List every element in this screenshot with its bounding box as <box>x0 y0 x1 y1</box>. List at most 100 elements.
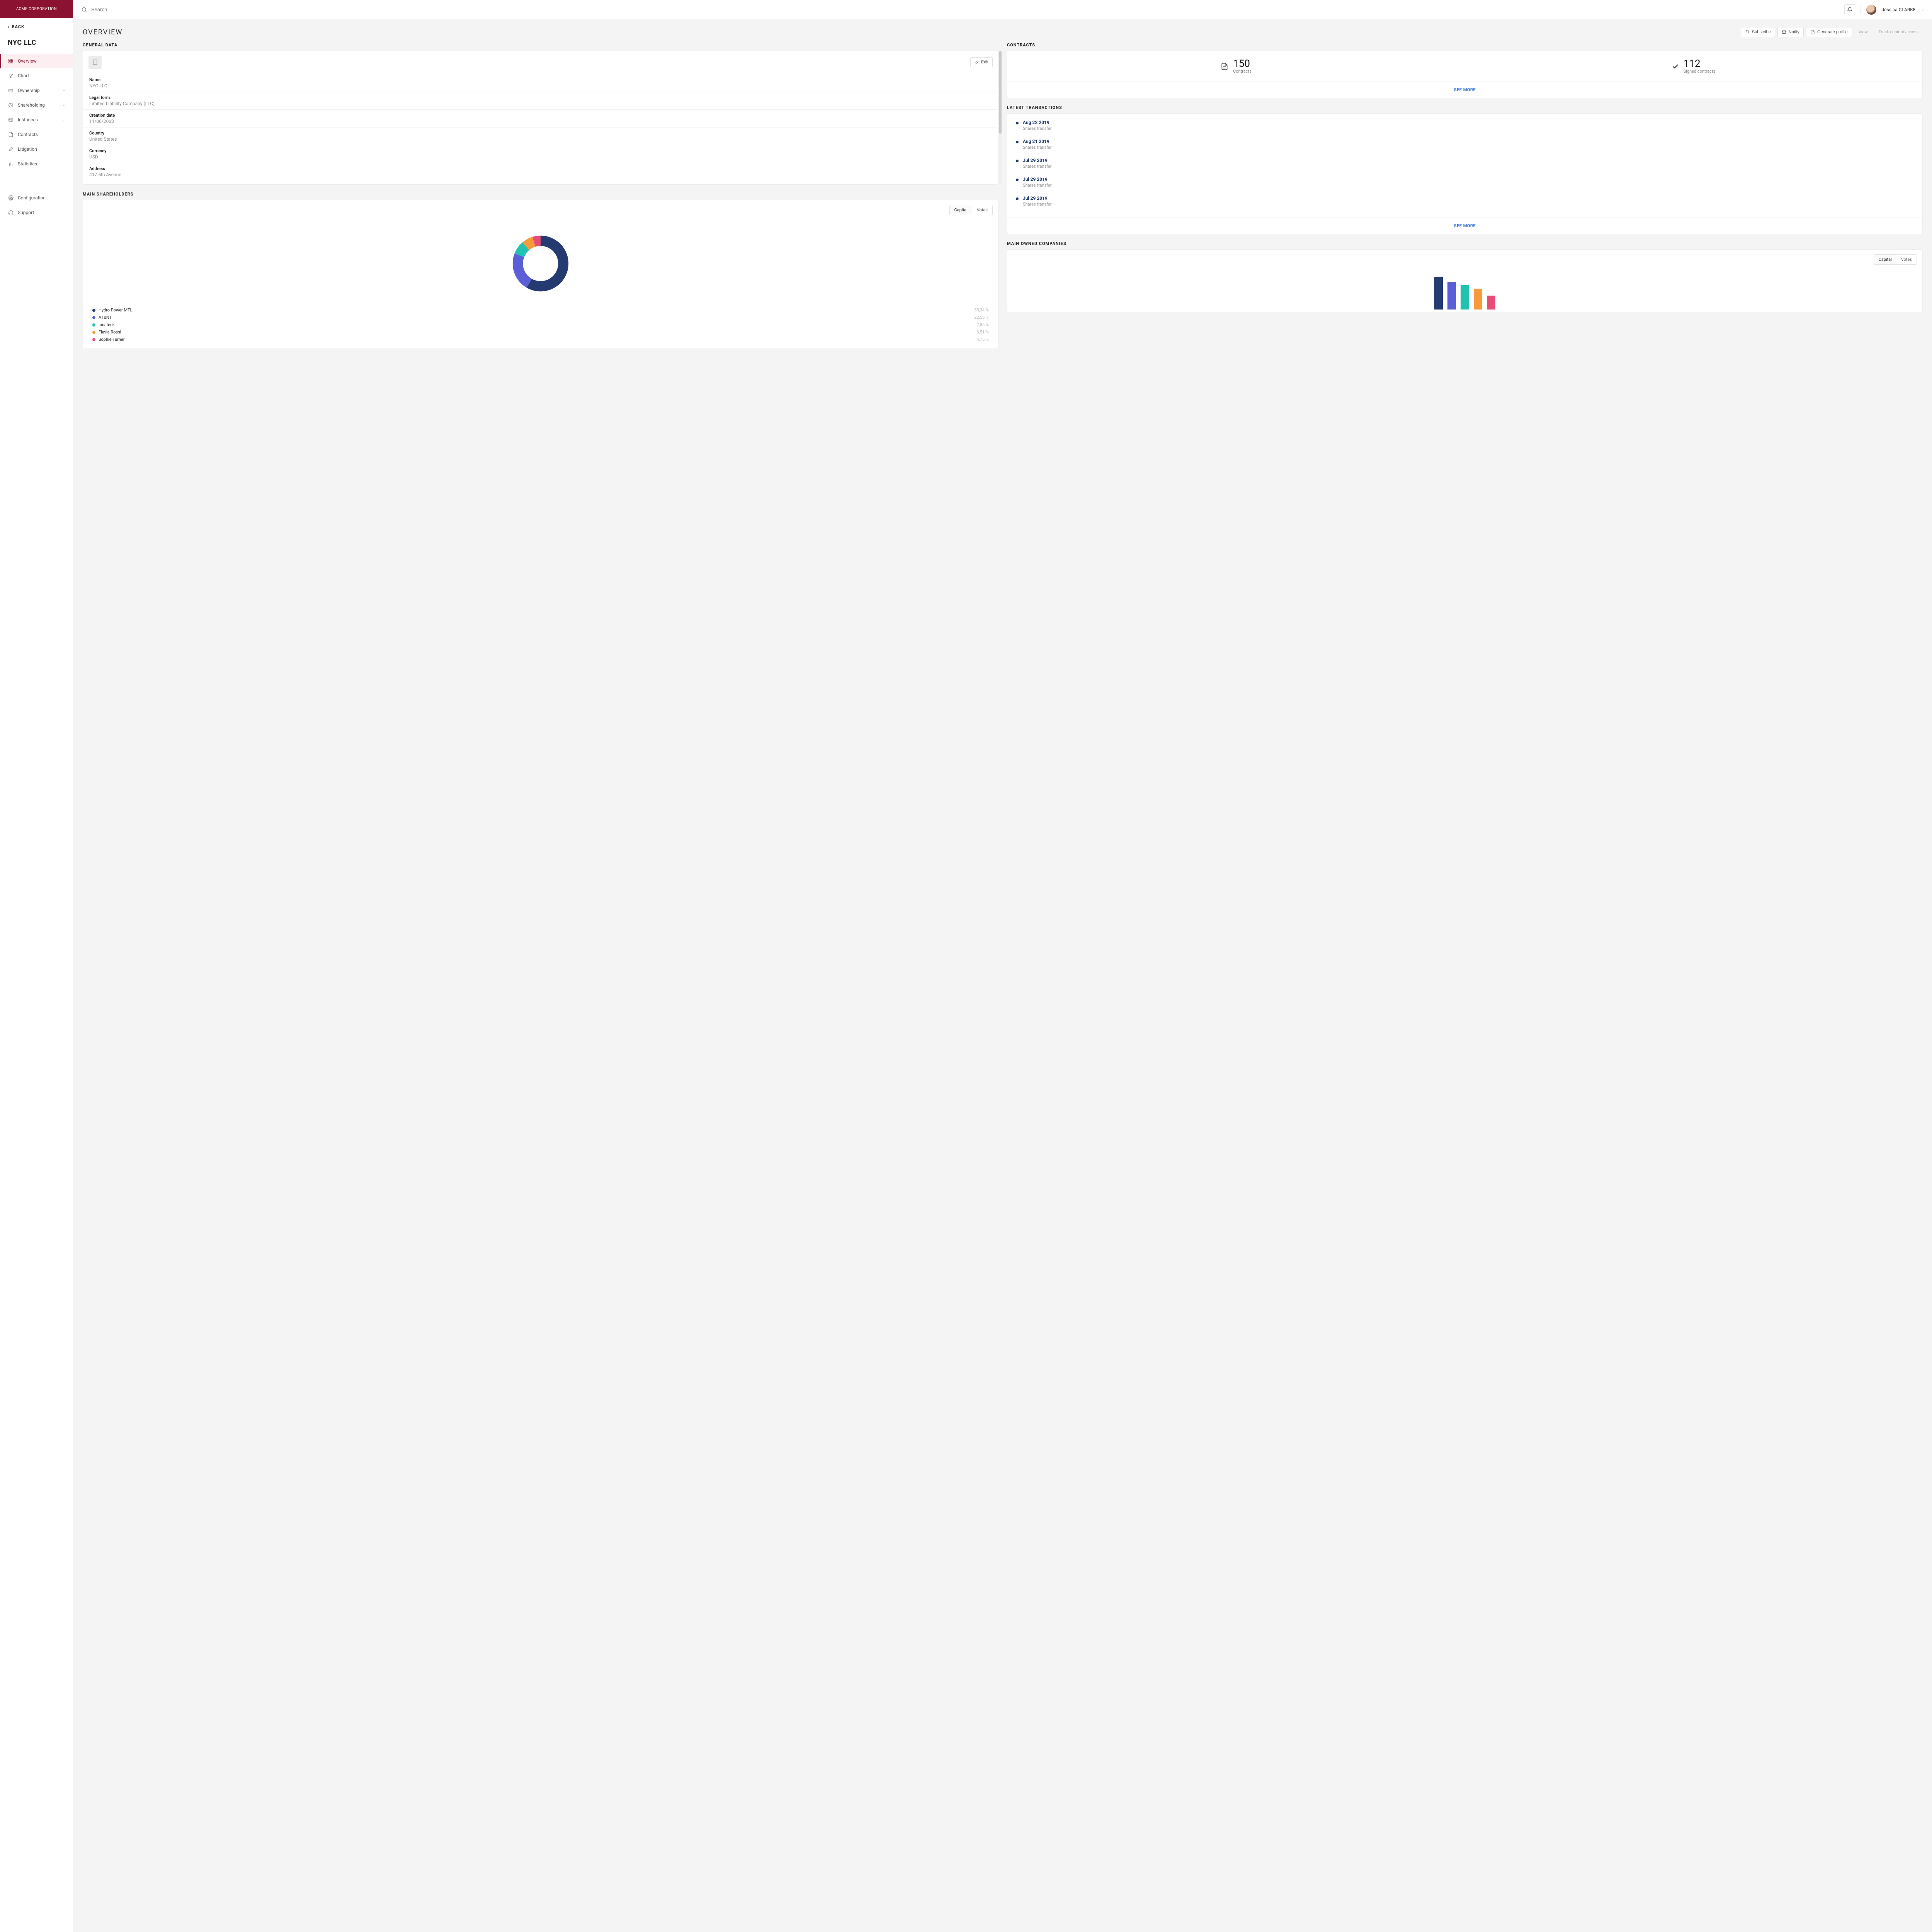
sidebar-item-chart[interactable]: Chart <box>0 68 73 83</box>
sidebar-item-litigation[interactable]: Litigation <box>0 142 73 156</box>
legend-value: 22,55 % <box>974 315 989 320</box>
transaction-date: Jul 29 2019 <box>1023 158 1915 163</box>
subscribe-label: Subscribe <box>1752 30 1771 34</box>
legend-dot-icon <box>92 309 95 312</box>
owned-card: Capital Votes <box>1007 249 1923 312</box>
search-icon <box>81 7 87 13</box>
sidebar-item-ownership[interactable]: Ownership⌄ <box>0 83 73 98</box>
sidebar-item-configuration[interactable]: Configuration <box>0 190 73 205</box>
transaction-item[interactable]: Jul 29 2019Shares transfer <box>1016 196 1915 214</box>
field-label: Name <box>89 77 992 82</box>
sidebar-item-support[interactable]: Support <box>0 205 73 220</box>
contracts-see-more[interactable]: SEE MORE <box>1007 82 1922 98</box>
generate-profile-button[interactable]: Generate profile <box>1806 27 1852 37</box>
field-legal-form: Legal formLimited Liability Company (LLC… <box>83 92 998 109</box>
ownership-icon <box>8 87 14 94</box>
field-label: Legal form <box>89 95 992 100</box>
configuration-icon <box>8 195 14 201</box>
section-owned: MAIN OWNED COMPANIES Capital Votes <box>1007 241 1923 312</box>
app-root: ACME CORPORATION ‹ BACK NYC LLC Overview… <box>0 0 1932 1932</box>
legend-row: AT&NT22,55 % <box>92 314 989 321</box>
notify-button[interactable]: Notify <box>1777 27 1804 37</box>
transactions-see-more[interactable]: SEE MORE <box>1007 218 1922 234</box>
field-address: Address417 5th Avenue <box>83 163 998 180</box>
columns: GENERAL DATA Edit N <box>83 43 1923 349</box>
instances-icon <box>8 117 14 123</box>
shareholders-card: Capital Votes Hydro Power MTL 58,34 %AT&N… <box>83 200 998 349</box>
transaction-date: Jul 29 2019 <box>1023 177 1915 182</box>
transaction-item[interactable]: Aug 21 2019Shares transfer <box>1016 139 1915 158</box>
toggle-votes[interactable]: Votes <box>972 205 992 215</box>
sidebar-item-shareholding[interactable]: Shareholding⌄ <box>0 98 73 112</box>
shareholders-head: Capital Votes <box>83 200 998 220</box>
transaction-item[interactable]: Jul 29 2019Shares transfer <box>1016 158 1915 177</box>
transaction-item[interactable]: Jul 29 2019Shares transfer <box>1016 177 1915 196</box>
page-actions: Subscribe Notify Generate profile View T… <box>1741 27 1923 37</box>
sidebar-item-label: Ownership <box>18 88 40 93</box>
chevron-down-icon[interactable]: ⌄ <box>1921 7 1924 12</box>
general-data-fields: NameNYC LLCLegal formLimited Liability C… <box>83 73 998 183</box>
field-value: USD <box>89 154 992 160</box>
generate-profile-label: Generate profile <box>1817 30 1848 34</box>
right-column: CONTRACTS 150Contracts112Signed contract… <box>1007 43 1923 312</box>
chevron-left-icon: ‹ <box>8 24 9 29</box>
general-data-title: GENERAL DATA <box>83 43 998 48</box>
legend-value: 4,75 % <box>977 337 989 342</box>
owned-toggle-votes[interactable]: Votes <box>1896 255 1917 264</box>
field-label: Country <box>89 131 992 136</box>
legend-row: Incateck7,85 % <box>92 321 989 328</box>
edit-button[interactable]: Edit <box>970 57 993 67</box>
back-button[interactable]: ‹ BACK <box>0 18 73 36</box>
sidebar-item-instances[interactable]: Instances⌄ <box>0 112 73 127</box>
legend-value: 58,34 % <box>974 308 989 313</box>
legend-dot-icon <box>92 316 95 319</box>
legend-label: Hydro Power MTL <box>99 308 132 313</box>
entity-title: NYC LLC <box>0 36 73 54</box>
chart-icon <box>8 73 14 79</box>
sidebar-item-label: Contracts <box>18 132 38 137</box>
field-label: Currency <box>89 148 992 153</box>
section-shareholders: MAIN SHAREHOLDERS Capital Votes <box>83 192 998 349</box>
sidebar-item-overview[interactable]: Overview <box>0 54 73 68</box>
sidebar-item-contracts[interactable]: Contracts <box>0 127 73 142</box>
bar <box>1474 289 1482 310</box>
track-label: Track content access <box>1878 30 1918 34</box>
overview-icon <box>8 58 14 64</box>
subscribe-button[interactable]: Subscribe <box>1741 27 1775 37</box>
owned-toggle-capital[interactable]: Capital <box>1874 255 1896 264</box>
stat-label: Contracts <box>1233 69 1252 74</box>
document-icon <box>1810 30 1815 34</box>
sidebar-item-statistics[interactable]: Statistics <box>0 156 73 171</box>
bar <box>1461 285 1469 310</box>
mail-icon <box>1782 30 1786 34</box>
donut-chart <box>83 220 998 304</box>
owned-toggle: Capital Votes <box>1874 254 1917 265</box>
brand-banner: ACME CORPORATION <box>0 0 73 18</box>
transactions-title: LATEST TRANSACTIONS <box>1007 105 1923 110</box>
owned-head: Capital Votes <box>1007 250 1922 269</box>
transaction-item[interactable]: Aug 22 2019Shares transfer <box>1016 120 1915 139</box>
transaction-description: Shares transfer <box>1023 145 1915 150</box>
contracts-icon <box>1221 63 1228 70</box>
transaction-description: Shares transfer <box>1023 164 1915 169</box>
shareholders-toggle: Capital Votes <box>949 205 993 215</box>
shareholding-icon <box>8 102 14 108</box>
contracts-stats: 150Contracts112Signed contracts <box>1007 51 1922 82</box>
toggle-capital[interactable]: Capital <box>950 205 972 215</box>
contracts-title: CONTRACTS <box>1007 43 1923 48</box>
avatar[interactable] <box>1866 5 1876 15</box>
track-button[interactable]: Track content access <box>1874 27 1923 37</box>
legend-label: Sophie Turner <box>99 337 125 342</box>
scrollbar[interactable] <box>999 51 1002 184</box>
legend-value: 6,51 % <box>977 330 989 335</box>
notifications-button[interactable] <box>1844 4 1855 15</box>
search-input[interactable] <box>91 7 207 12</box>
sidebar-item-label: Instances <box>18 117 38 122</box>
view-button[interactable]: View <box>1854 27 1872 37</box>
section-contracts: CONTRACTS 150Contracts112Signed contract… <box>1007 43 1923 98</box>
field-value: Limited Liability Company (LLC) <box>89 101 992 106</box>
statistics-icon <box>8 161 14 167</box>
stat-value: 150 <box>1233 59 1252 69</box>
back-label: BACK <box>12 24 24 29</box>
legend-value: 7,85 % <box>977 322 989 327</box>
